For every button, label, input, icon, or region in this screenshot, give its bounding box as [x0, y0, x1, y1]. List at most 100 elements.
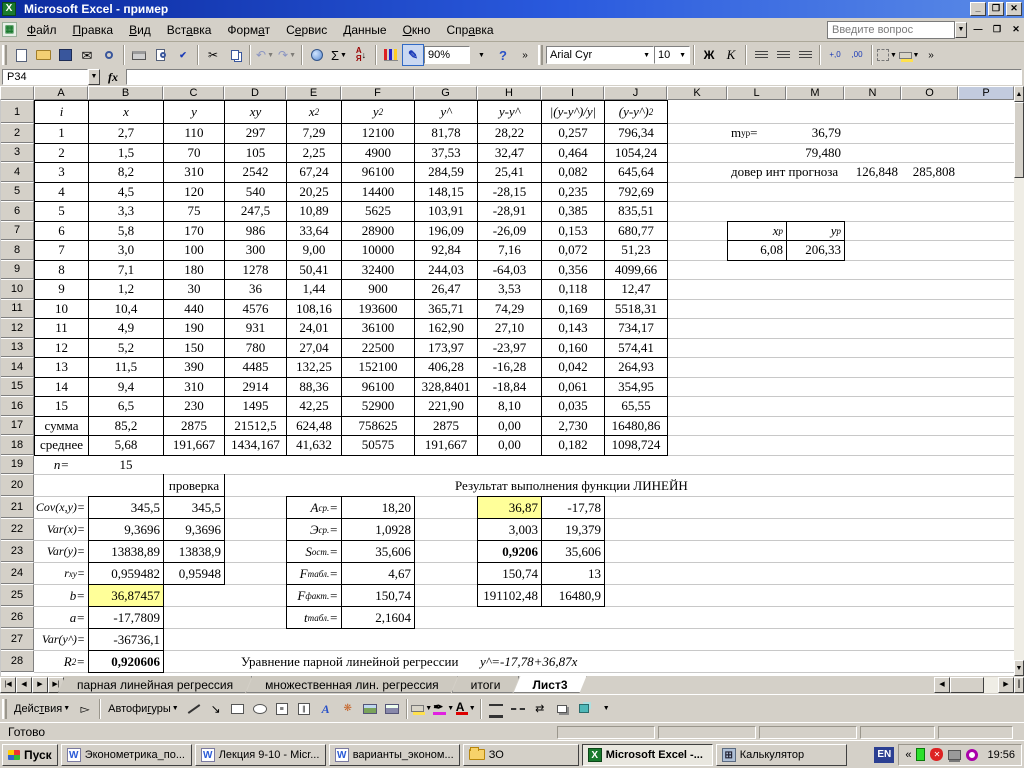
grid-cell[interactable]: 51,23: [605, 241, 667, 260]
grid-cell[interactable]: 28,22: [478, 124, 541, 143]
grid-cell[interactable]: 150,74: [342, 585, 414, 606]
grid-cell[interactable]: 792,69: [605, 183, 667, 202]
grid-cell[interactable]: 4,5: [89, 183, 163, 202]
grid-cell[interactable]: 4: [35, 183, 88, 202]
tray-ring-icon[interactable]: [966, 748, 979, 761]
grid-cell[interactable]: 310: [164, 378, 224, 397]
row-header-17[interactable]: 17: [0, 415, 34, 435]
align-left-icon[interactable]: [750, 44, 772, 66]
draw-line-color-icon[interactable]: ✒ ▼: [433, 698, 455, 720]
tab-scroll-first-icon[interactable]: |◀: [0, 677, 16, 693]
grid-cell[interactable]: 0,356: [542, 261, 604, 280]
grid-cell[interactable]: 0,95948: [164, 563, 224, 584]
row-header-8[interactable]: 8: [0, 240, 34, 260]
grid-cell[interactable]: 9,4: [89, 378, 163, 397]
grid-cell[interactable]: 0,153: [542, 222, 604, 241]
grid-cell[interactable]: 230: [164, 397, 224, 416]
grid-cell[interactable]: 297: [225, 124, 286, 143]
menu-item[interactable]: Сервис: [278, 19, 335, 41]
row-header-9[interactable]: 9: [0, 259, 34, 279]
grid-cell[interactable]: 180: [164, 261, 224, 280]
grid-cell[interactable]: 5,68: [89, 436, 163, 455]
vscroll-thumb[interactable]: [1014, 102, 1024, 178]
grid-cell[interactable]: 96100: [342, 163, 414, 182]
grid-cell[interactable]: 27,10: [478, 319, 541, 338]
namebox-dropdown-icon[interactable]: ▼: [88, 69, 100, 85]
borders-icon[interactable]: ▼: [876, 44, 898, 66]
grid-cell[interactable]: -17,78: [542, 497, 604, 518]
grid-cell[interactable]: 3: [35, 163, 88, 182]
grid-cell[interactable]: 0,00: [478, 436, 541, 455]
vscroll-up-icon[interactable]: ▲: [1014, 86, 1024, 102]
grid-cell[interactable]: xy: [225, 101, 286, 123]
grid-cell[interactable]: Fфакт. =: [287, 585, 341, 606]
grid-cell[interactable]: 65,55: [605, 397, 667, 416]
grid-cell[interactable]: 5625: [342, 202, 414, 221]
grid-cell[interactable]: 0,385: [542, 202, 604, 221]
grid-cell[interactable]: 8: [35, 261, 88, 280]
row-header-10[interactable]: 10: [0, 279, 34, 299]
column-header-J[interactable]: J: [604, 86, 667, 100]
row-header-23[interactable]: 23: [0, 540, 34, 562]
grid-cell[interactable]: 284,59: [415, 163, 477, 182]
grid-cell[interactable]: 0,235: [542, 183, 604, 202]
grid-cell[interactable]: 0,9206: [478, 541, 541, 562]
grid-cell[interactable]: 15: [35, 397, 88, 416]
draw-fill-color-icon[interactable]: ▼: [411, 698, 433, 720]
column-header-O[interactable]: O: [901, 86, 958, 100]
grid-cell[interactable]: Aср. =: [287, 497, 341, 518]
grid-cell[interactable]: 13: [542, 563, 604, 584]
minimize-button[interactable]: _: [970, 2, 986, 16]
restore-button[interactable]: ❐: [988, 2, 1004, 16]
grid-cell[interactable]: 3,3: [89, 202, 163, 221]
row-header-12[interactable]: 12: [0, 318, 34, 338]
grid-cell[interactable]: проверка: [164, 475, 224, 496]
grid-cell[interactable]: 1: [35, 124, 88, 143]
tray-shield-icon[interactable]: ✕: [930, 748, 944, 761]
column-header-H[interactable]: H: [477, 86, 541, 100]
row-header-19[interactable]: 19: [0, 454, 34, 474]
grid-cell[interactable]: -18,84: [478, 378, 541, 397]
grid-cell[interactable]: r ху =: [35, 563, 88, 584]
menu-item[interactable]: Файл: [19, 19, 65, 41]
sheet-tab[interactable]: множественная лин. регрессия: [246, 676, 458, 693]
grid-cell[interactable]: 1278: [225, 261, 286, 280]
grid-cell[interactable]: 3,53: [478, 280, 541, 299]
taskbar-button[interactable]: W Лекция 9-10 - Micr...: [194, 743, 326, 766]
grid-cell[interactable]: 32,47: [478, 144, 541, 163]
grid-cell[interactable]: 0,257: [542, 124, 604, 143]
grid-cell[interactable]: 5518,31: [605, 300, 667, 319]
grid-cell[interactable]: y-y^: [478, 101, 541, 123]
grid-cell[interactable]: 7: [35, 241, 88, 260]
grid-cell[interactable]: 9,00: [287, 241, 341, 260]
grid-cell[interactable]: 0,959482: [89, 563, 163, 584]
column-header-M[interactable]: M: [786, 86, 844, 100]
sheet-tab[interactable]: парная линейная регрессия: [58, 676, 252, 693]
toolbar-overflow-icon[interactable]: »: [514, 44, 536, 66]
grid-cell[interactable]: 2542: [225, 163, 286, 182]
grid-cell[interactable]: Var(y)=: [35, 541, 88, 562]
grid-cell[interactable]: 2,1604: [342, 607, 414, 628]
grid-cell[interactable]: 103,91: [415, 202, 477, 221]
shadow-style-icon[interactable]: [551, 698, 573, 720]
wordart-icon[interactable]: А: [315, 698, 337, 720]
column-header-A[interactable]: A: [34, 86, 88, 100]
grid-cell[interactable]: 36,87: [478, 497, 541, 518]
clipart-icon[interactable]: [359, 698, 381, 720]
row-header-16[interactable]: 16: [0, 396, 34, 416]
grid-cell[interactable]: x2: [287, 101, 341, 123]
grid-cell[interactable]: (y-y^) 2: [605, 101, 667, 123]
grid-cell[interactable]: 2875: [415, 417, 477, 436]
print-icon[interactable]: [128, 44, 150, 66]
row-header-3[interactable]: 3: [0, 142, 34, 162]
sort-ascending-icon[interactable]: А Я ↓: [350, 44, 372, 66]
grid-cell[interactable]: 1,2: [89, 280, 163, 299]
grid-cell[interactable]: -23,97: [478, 339, 541, 358]
grid-cell[interactable]: y^=-17,78+36,87x: [478, 651, 667, 672]
tray-display-icon[interactable]: [948, 749, 962, 760]
vertical-text-box-icon[interactable]: ∥: [293, 698, 315, 720]
line-style-icon[interactable]: [485, 698, 507, 720]
row-header-14[interactable]: 14: [0, 357, 34, 377]
grid-cell[interactable]: 3,0: [89, 241, 163, 260]
taskbar-button-active[interactable]: X Microsoft Excel -...: [581, 743, 713, 766]
